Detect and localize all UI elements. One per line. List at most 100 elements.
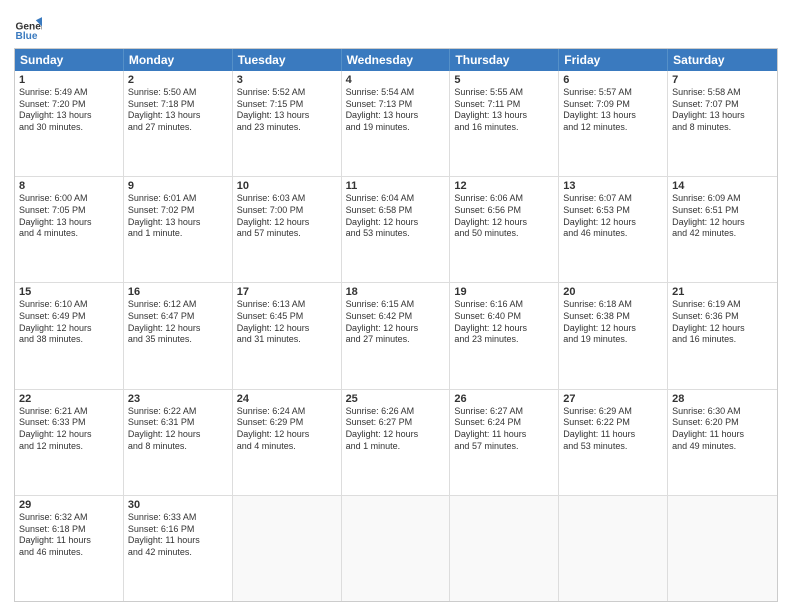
logo: General Blue (14, 14, 46, 42)
day-number: 30 (128, 499, 228, 511)
weekday-label: Wednesday (342, 49, 451, 71)
cell-content: Sunrise: 5:52 AM Sunset: 7:15 PM Dayligh… (237, 87, 337, 134)
calendar-cell: 22Sunrise: 6:21 AM Sunset: 6:33 PM Dayli… (15, 390, 124, 495)
day-number: 2 (128, 74, 228, 86)
cell-content: Sunrise: 5:55 AM Sunset: 7:11 PM Dayligh… (454, 87, 554, 134)
cell-content: Sunrise: 6:33 AM Sunset: 6:16 PM Dayligh… (128, 512, 228, 559)
calendar-row: 1Sunrise: 5:49 AM Sunset: 7:20 PM Daylig… (15, 71, 777, 177)
calendar-cell: 16Sunrise: 6:12 AM Sunset: 6:47 PM Dayli… (124, 283, 233, 388)
cell-content: Sunrise: 6:01 AM Sunset: 7:02 PM Dayligh… (128, 193, 228, 240)
cell-content: Sunrise: 5:50 AM Sunset: 7:18 PM Dayligh… (128, 87, 228, 134)
cell-content: Sunrise: 6:16 AM Sunset: 6:40 PM Dayligh… (454, 299, 554, 346)
day-number: 13 (563, 180, 663, 192)
calendar-cell: 17Sunrise: 6:13 AM Sunset: 6:45 PM Dayli… (233, 283, 342, 388)
day-number: 22 (19, 393, 119, 405)
calendar-cell: 6Sunrise: 5:57 AM Sunset: 7:09 PM Daylig… (559, 71, 668, 176)
day-number: 14 (672, 180, 773, 192)
day-number: 24 (237, 393, 337, 405)
day-number: 10 (237, 180, 337, 192)
calendar-cell: 25Sunrise: 6:26 AM Sunset: 6:27 PM Dayli… (342, 390, 451, 495)
day-number: 23 (128, 393, 228, 405)
day-number: 6 (563, 74, 663, 86)
calendar-cell (342, 496, 451, 601)
day-number: 27 (563, 393, 663, 405)
day-number: 15 (19, 286, 119, 298)
calendar-cell (233, 496, 342, 601)
day-number: 29 (19, 499, 119, 511)
cell-content: Sunrise: 6:19 AM Sunset: 6:36 PM Dayligh… (672, 299, 773, 346)
calendar-cell: 29Sunrise: 6:32 AM Sunset: 6:18 PM Dayli… (15, 496, 124, 601)
cell-content: Sunrise: 6:26 AM Sunset: 6:27 PM Dayligh… (346, 406, 446, 453)
calendar-cell: 4Sunrise: 5:54 AM Sunset: 7:13 PM Daylig… (342, 71, 451, 176)
day-number: 18 (346, 286, 446, 298)
calendar-cell: 1Sunrise: 5:49 AM Sunset: 7:20 PM Daylig… (15, 71, 124, 176)
page-header: General Blue (14, 10, 778, 42)
calendar-cell: 20Sunrise: 6:18 AM Sunset: 6:38 PM Dayli… (559, 283, 668, 388)
calendar-row: 15Sunrise: 6:10 AM Sunset: 6:49 PM Dayli… (15, 283, 777, 389)
calendar-cell: 10Sunrise: 6:03 AM Sunset: 7:00 PM Dayli… (233, 177, 342, 282)
day-number: 12 (454, 180, 554, 192)
calendar-cell: 14Sunrise: 6:09 AM Sunset: 6:51 PM Dayli… (668, 177, 777, 282)
cell-content: Sunrise: 6:03 AM Sunset: 7:00 PM Dayligh… (237, 193, 337, 240)
cell-content: Sunrise: 6:27 AM Sunset: 6:24 PM Dayligh… (454, 406, 554, 453)
calendar-cell: 9Sunrise: 6:01 AM Sunset: 7:02 PM Daylig… (124, 177, 233, 282)
day-number: 19 (454, 286, 554, 298)
day-number: 17 (237, 286, 337, 298)
calendar-cell: 19Sunrise: 6:16 AM Sunset: 6:40 PM Dayli… (450, 283, 559, 388)
day-number: 26 (454, 393, 554, 405)
cell-content: Sunrise: 6:18 AM Sunset: 6:38 PM Dayligh… (563, 299, 663, 346)
calendar-cell: 12Sunrise: 6:06 AM Sunset: 6:56 PM Dayli… (450, 177, 559, 282)
calendar-cell: 13Sunrise: 6:07 AM Sunset: 6:53 PM Dayli… (559, 177, 668, 282)
weekday-label: Monday (124, 49, 233, 71)
calendar-cell: 8Sunrise: 6:00 AM Sunset: 7:05 PM Daylig… (15, 177, 124, 282)
cell-content: Sunrise: 6:21 AM Sunset: 6:33 PM Dayligh… (19, 406, 119, 453)
calendar-cell: 27Sunrise: 6:29 AM Sunset: 6:22 PM Dayli… (559, 390, 668, 495)
day-number: 16 (128, 286, 228, 298)
weekday-label: Friday (559, 49, 668, 71)
calendar-cell: 21Sunrise: 6:19 AM Sunset: 6:36 PM Dayli… (668, 283, 777, 388)
cell-content: Sunrise: 6:06 AM Sunset: 6:56 PM Dayligh… (454, 193, 554, 240)
calendar-cell: 23Sunrise: 6:22 AM Sunset: 6:31 PM Dayli… (124, 390, 233, 495)
cell-content: Sunrise: 5:54 AM Sunset: 7:13 PM Dayligh… (346, 87, 446, 134)
calendar-row: 22Sunrise: 6:21 AM Sunset: 6:33 PM Dayli… (15, 390, 777, 496)
cell-content: Sunrise: 5:49 AM Sunset: 7:20 PM Dayligh… (19, 87, 119, 134)
day-number: 21 (672, 286, 773, 298)
cell-content: Sunrise: 6:29 AM Sunset: 6:22 PM Dayligh… (563, 406, 663, 453)
cell-content: Sunrise: 6:12 AM Sunset: 6:47 PM Dayligh… (128, 299, 228, 346)
cell-content: Sunrise: 6:30 AM Sunset: 6:20 PM Dayligh… (672, 406, 773, 453)
calendar-cell: 5Sunrise: 5:55 AM Sunset: 7:11 PM Daylig… (450, 71, 559, 176)
calendar-cell: 11Sunrise: 6:04 AM Sunset: 6:58 PM Dayli… (342, 177, 451, 282)
day-number: 9 (128, 180, 228, 192)
cell-content: Sunrise: 5:57 AM Sunset: 7:09 PM Dayligh… (563, 87, 663, 134)
day-number: 25 (346, 393, 446, 405)
calendar-row: 29Sunrise: 6:32 AM Sunset: 6:18 PM Dayli… (15, 496, 777, 601)
calendar: SundayMondayTuesdayWednesdayThursdayFrid… (14, 48, 778, 602)
day-number: 28 (672, 393, 773, 405)
weekday-label: Sunday (15, 49, 124, 71)
calendar-cell: 28Sunrise: 6:30 AM Sunset: 6:20 PM Dayli… (668, 390, 777, 495)
cell-content: Sunrise: 6:24 AM Sunset: 6:29 PM Dayligh… (237, 406, 337, 453)
calendar-cell: 24Sunrise: 6:24 AM Sunset: 6:29 PM Dayli… (233, 390, 342, 495)
calendar-header: SundayMondayTuesdayWednesdayThursdayFrid… (15, 49, 777, 71)
day-number: 11 (346, 180, 446, 192)
cell-content: Sunrise: 6:09 AM Sunset: 6:51 PM Dayligh… (672, 193, 773, 240)
calendar-cell: 18Sunrise: 6:15 AM Sunset: 6:42 PM Dayli… (342, 283, 451, 388)
cell-content: Sunrise: 6:32 AM Sunset: 6:18 PM Dayligh… (19, 512, 119, 559)
day-number: 8 (19, 180, 119, 192)
calendar-cell (450, 496, 559, 601)
weekday-label: Thursday (450, 49, 559, 71)
calendar-cell (559, 496, 668, 601)
logo-icon: General Blue (14, 14, 42, 42)
cell-content: Sunrise: 6:07 AM Sunset: 6:53 PM Dayligh… (563, 193, 663, 240)
svg-text:Blue: Blue (16, 31, 38, 42)
weekday-label: Tuesday (233, 49, 342, 71)
calendar-cell: 7Sunrise: 5:58 AM Sunset: 7:07 PM Daylig… (668, 71, 777, 176)
calendar-cell: 2Sunrise: 5:50 AM Sunset: 7:18 PM Daylig… (124, 71, 233, 176)
day-number: 7 (672, 74, 773, 86)
day-number: 4 (346, 74, 446, 86)
day-number: 3 (237, 74, 337, 86)
cell-content: Sunrise: 6:13 AM Sunset: 6:45 PM Dayligh… (237, 299, 337, 346)
cell-content: Sunrise: 6:04 AM Sunset: 6:58 PM Dayligh… (346, 193, 446, 240)
cell-content: Sunrise: 5:58 AM Sunset: 7:07 PM Dayligh… (672, 87, 773, 134)
day-number: 20 (563, 286, 663, 298)
